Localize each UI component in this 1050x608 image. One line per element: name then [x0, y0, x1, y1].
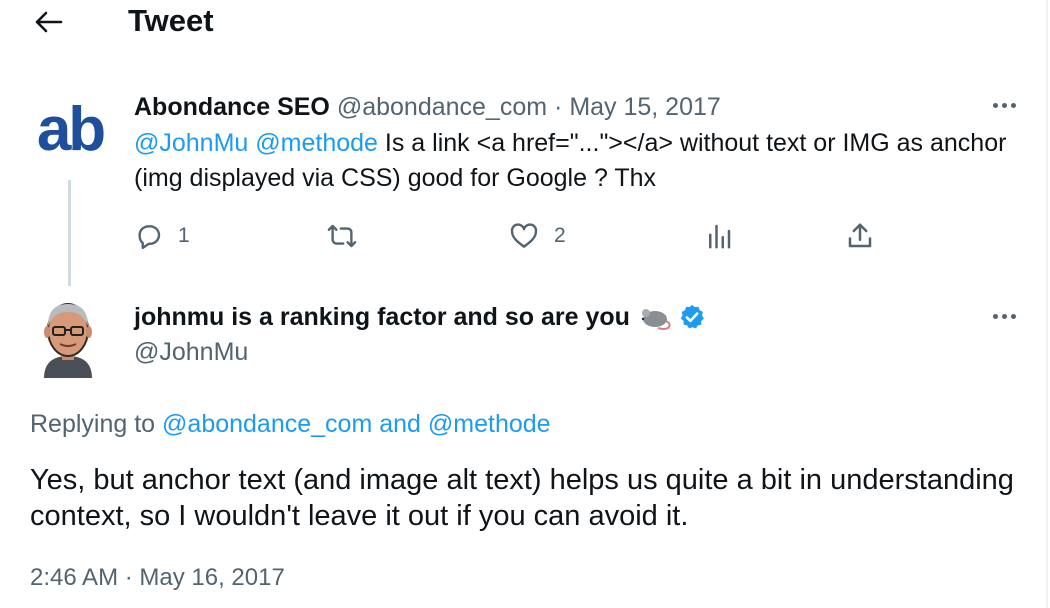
more-horizontal-icon [991, 102, 1018, 108]
replying-to-line: Replying to @abondance_com and @methode [30, 407, 551, 441]
parent-display-name[interactable]: Abondance SEO [134, 93, 330, 121]
avatar-portrait [44, 303, 92, 378]
views-button[interactable] [704, 216, 734, 256]
mention-link[interactable]: @methode [255, 129, 378, 157]
mouse-emoji-icon [641, 309, 671, 330]
reply-more-button[interactable] [984, 301, 1024, 331]
reply-count: 1 [178, 224, 190, 247]
replying-mention[interactable]: @methode [428, 410, 551, 438]
avatar-logo-text: ab [36, 95, 106, 164]
heart-icon [510, 223, 538, 248]
replying-mention[interactable]: @abondance_com [162, 410, 372, 438]
share-icon [848, 223, 872, 248]
share-button[interactable] [845, 216, 875, 256]
like-button[interactable]: 2 [508, 216, 566, 256]
page-title: Tweet [128, 3, 214, 38]
thread-connector-line [68, 180, 71, 286]
reply-tweet-text: Yes, but anchor text (and image alt text… [30, 464, 1014, 532]
parent-tweet-meta: Abondance SEO @abondance_com · May 15, 2… [134, 91, 721, 123]
retweet-icon [327, 224, 357, 248]
parent-more-button[interactable] [984, 90, 1024, 120]
parent-tweet-text: @JohnMu @methode Is a link <a href="..."… [134, 126, 1014, 196]
parent-tweet-actions: 1 2 [134, 216, 894, 256]
avatar-johnmu[interactable] [38, 296, 98, 378]
page-header: Tweet [0, 0, 1046, 46]
reply-display-name[interactable]: johnmu is a ranking factor and so are yo… [134, 300, 630, 334]
back-button[interactable] [30, 4, 66, 40]
replying-and: and [379, 410, 421, 438]
parent-handle[interactable]: @abondance_com [337, 93, 547, 121]
retweet-button[interactable] [326, 216, 372, 256]
reply-timestamp[interactable]: 2:46 AM · May 16, 2017 [30, 561, 285, 595]
mention-link[interactable]: @JohnMu [134, 129, 248, 157]
arrow-left-icon [35, 11, 63, 33]
meta-separator: · [554, 93, 563, 121]
column-border [1046, 0, 1048, 608]
like-count: 2 [554, 224, 566, 247]
more-horizontal-icon [991, 313, 1018, 319]
reply-handle[interactable]: @JohnMu [134, 336, 248, 368]
reply-button[interactable]: 1 [134, 216, 190, 256]
verified-badge-icon[interactable] [678, 303, 706, 331]
avatar-abondance[interactable]: ab [30, 95, 110, 164]
reply-icon [138, 225, 161, 250]
parent-date[interactable]: May 15, 2017 [569, 93, 721, 121]
analytics-icon [709, 224, 731, 249]
replying-prefix: Replying to [30, 410, 156, 438]
reply-display-name-row: johnmu is a ranking factor and so are yo… [134, 300, 706, 334]
